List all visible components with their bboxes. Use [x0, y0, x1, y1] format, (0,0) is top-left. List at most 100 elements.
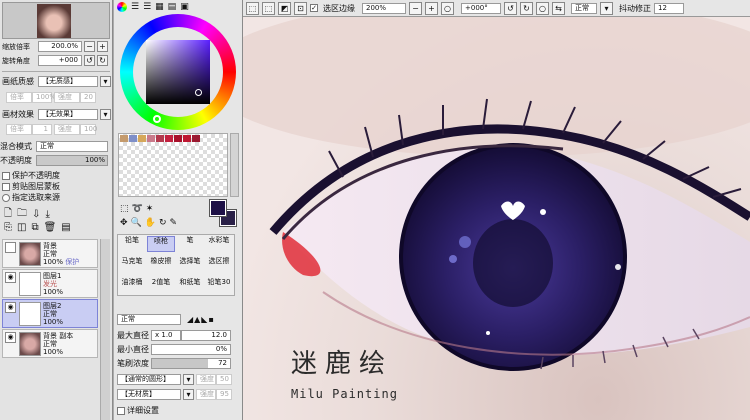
brush-tip-shapes[interactable]: ◢▲◣▪	[187, 315, 215, 324]
rotate-ccw-button[interactable]: ↺	[84, 55, 95, 66]
brush-shape-dropdown-icon[interactable]: ▾	[183, 374, 194, 385]
tool-select-eraser[interactable]: 选区擦	[205, 257, 233, 273]
clear-layer-icon[interactable]: ▤	[61, 222, 70, 233]
swatch[interactable]	[138, 135, 146, 142]
zoom-field[interactable]: 200.0%	[38, 41, 82, 52]
merge-visible-icon[interactable]: ⧉	[31, 222, 38, 233]
clipping-mask-checkbox[interactable]	[2, 182, 10, 191]
lasso-icon[interactable]: ➰	[132, 204, 143, 214]
angle-select[interactable]: +000°	[461, 2, 501, 14]
swatch[interactable]	[174, 135, 182, 142]
color-mixer-tab-icon[interactable]: ▣	[180, 2, 189, 12]
transfer-down-icon[interactable]: ⇩	[32, 209, 40, 220]
magic-wand-icon[interactable]: ✶	[146, 204, 154, 214]
rect-select-icon[interactable]: ⬚	[120, 204, 129, 214]
visibility-toggle[interactable]: ◉	[5, 302, 16, 313]
tool-airbrush[interactable]: 喷枪	[147, 236, 175, 252]
new-folder-icon[interactable]: 🗀	[17, 206, 27, 223]
zoom-out-button[interactable]: −	[84, 41, 95, 52]
brush-texture-select[interactable]: 【无材质】	[117, 389, 181, 400]
copy-layer-icon[interactable]: ⎘	[4, 222, 12, 233]
tool-binary-pen[interactable]: 2值笔	[147, 278, 175, 294]
swatch[interactable]	[156, 135, 164, 142]
color-wheel-tab-icon[interactable]	[117, 2, 127, 12]
paper-scale-field[interactable]: 100%	[32, 92, 56, 103]
mask-layer-icon[interactable]: ◫	[17, 222, 26, 233]
selection-source-radio[interactable]	[2, 193, 10, 202]
density-slider[interactable]: 72	[151, 358, 231, 369]
layer-item[interactable]: 背景 正常 100% 保护	[2, 239, 98, 268]
tool-brush[interactable]: 笔	[176, 236, 204, 252]
merge-down-icon[interactable]: ⤓	[45, 209, 49, 220]
mode-dropdown-icon[interactable]: ▾	[600, 1, 613, 15]
rotate-cw-button[interactable]: ↻	[97, 55, 108, 66]
paper-strength-field[interactable]: 20	[80, 92, 96, 103]
blend-mode-select[interactable]: 正常	[36, 141, 108, 152]
visibility-toggle[interactable]	[5, 242, 16, 253]
deselect-icon[interactable]: ⬚	[262, 1, 275, 15]
zoom-reset-icon[interactable]: ○	[441, 1, 454, 15]
hand-icon[interactable]: ✋	[145, 218, 156, 228]
swatch[interactable]	[183, 135, 191, 142]
layer-scrollbar[interactable]	[100, 239, 110, 420]
tool-watercolor[interactable]: 水彩笔	[205, 236, 233, 252]
swatch[interactable]	[120, 135, 128, 142]
visibility-toggle[interactable]: ◉	[5, 272, 16, 283]
layer-item-selected[interactable]: ◉ 图层2 正常 100%	[2, 299, 98, 328]
zoom-out-icon[interactable]: −	[409, 1, 422, 15]
swatch[interactable]	[129, 135, 137, 142]
paper-texture-select[interactable]: 【无质感】	[38, 76, 98, 87]
flip-horizontal-icon[interactable]: ⇆	[552, 1, 565, 15]
rotate-left-icon[interactable]: ↺	[504, 1, 517, 15]
delete-layer-icon[interactable]: 🗑	[44, 222, 57, 233]
max-size-multiplier[interactable]: x 1.0	[151, 330, 181, 341]
zoom-select[interactable]: 200%	[362, 2, 406, 14]
protect-opacity-checkbox[interactable]	[2, 171, 10, 180]
brush-mode-select[interactable]: 正常	[117, 314, 181, 325]
hue-marker[interactable]	[153, 115, 161, 123]
rotate-icon[interactable]: ↻	[159, 218, 167, 228]
swatch[interactable]	[147, 135, 155, 142]
tool-washi-pen[interactable]: 和纸笔	[176, 278, 204, 294]
move-icon[interactable]: ✥	[120, 218, 128, 228]
rotate-right-icon[interactable]: ↻	[520, 1, 533, 15]
brush-shape-select[interactable]: 【通常的圆形】	[117, 374, 181, 385]
paper-texture-dropdown-icon[interactable]: ▾	[100, 76, 111, 87]
invert-selection-icon[interactable]: ◩	[278, 1, 291, 15]
tool-pencil-30[interactable]: 铅笔30	[205, 278, 233, 294]
brush-texture-strength-field[interactable]: 95	[216, 389, 232, 400]
foreground-color-swatch[interactable]	[209, 199, 227, 217]
mode-select[interactable]: 正常	[571, 2, 597, 14]
navigator-thumbnail[interactable]	[2, 2, 110, 39]
brush-effect-select[interactable]: 【无效果】	[38, 109, 98, 120]
selection-edge-checkbox[interactable]: ✓	[310, 4, 318, 12]
canvas[interactable]: 迷鹿绘 Milu Painting	[243, 17, 750, 420]
swatch-tab-icon[interactable]: ▦	[155, 2, 164, 12]
zoom-in-button[interactable]: +	[97, 41, 108, 52]
rotate-reset-icon[interactable]: ○	[536, 1, 549, 15]
effect-strength-field[interactable]: 100	[80, 124, 97, 135]
swatch[interactable]	[165, 135, 173, 142]
rotate-field[interactable]: +000	[38, 55, 82, 66]
color-marker[interactable]	[195, 89, 202, 96]
tool-eraser[interactable]: 橡皮擦	[147, 257, 175, 273]
swatch[interactable]	[192, 135, 200, 142]
tool-marker[interactable]: 马克笔	[118, 257, 146, 273]
select-all-icon[interactable]: ⬚	[246, 1, 259, 15]
detail-settings-checkbox[interactable]	[117, 406, 125, 415]
visibility-toggle[interactable]: ◉	[5, 332, 16, 343]
min-size-slider[interactable]: 0%	[151, 344, 231, 355]
stabilizer-select[interactable]: 12	[654, 2, 684, 14]
rgb-slider-tab-icon[interactable]: ☰	[131, 2, 139, 12]
palette-tab-icon[interactable]: ▤	[168, 2, 177, 12]
new-layer-icon[interactable]: 🗋	[4, 206, 12, 223]
color-wheel[interactable]	[120, 14, 236, 130]
layer-item[interactable]: ◉ 背景 副本 正常 100%	[2, 329, 98, 358]
swatch-grid[interactable]	[118, 133, 228, 197]
tool-pencil[interactable]: 铅笔	[118, 236, 146, 252]
hsv-slider-tab-icon[interactable]: ☰	[143, 2, 151, 12]
brush-texture-dropdown-icon[interactable]: ▾	[183, 389, 194, 400]
eyedropper-icon[interactable]: ✎	[170, 218, 178, 228]
opacity-slider[interactable]: 100%	[36, 155, 108, 166]
brush-shape-strength-field[interactable]: 50	[216, 374, 232, 385]
